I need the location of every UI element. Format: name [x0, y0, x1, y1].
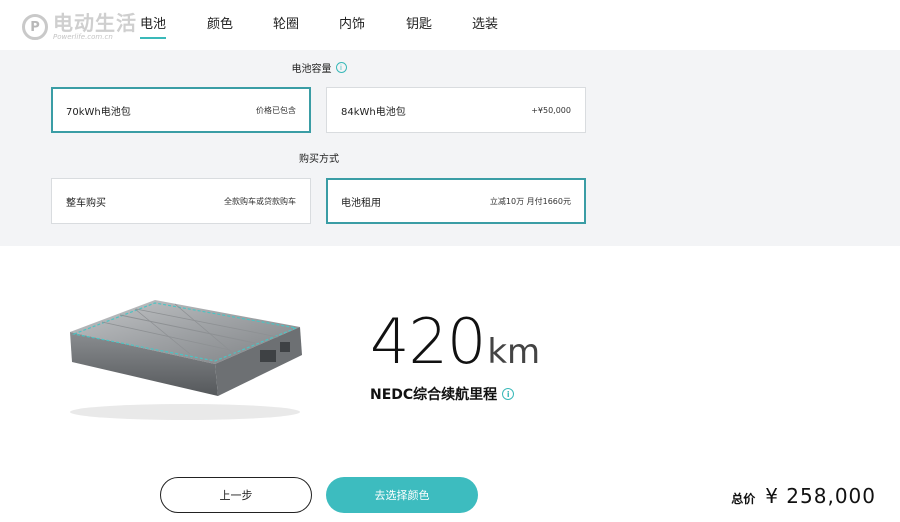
top-bar: P 电动生活 Powerlife.com.cn 电池 颜色 轮圈 内饰 钥匙 选… — [0, 0, 900, 50]
option-note: +¥50,000 — [531, 105, 571, 115]
logo-url: Powerlife.com.cn — [53, 33, 113, 41]
range-unit: km — [487, 332, 541, 372]
range-value: 420 — [370, 305, 486, 378]
total-value: ¥ 258,000 — [765, 484, 876, 508]
choose-color-button[interactable]: 去选择颜色 — [326, 477, 478, 513]
option-label: 70kWh电池包 — [66, 106, 131, 118]
info-icon[interactable]: i — [502, 388, 515, 400]
option-full-purchase[interactable]: 整车购买 全款购车或贷款购车 — [51, 178, 311, 224]
tab-battery[interactable]: 电池 — [140, 0, 207, 50]
range-caption: NEDC综合续航里程 i — [370, 384, 515, 404]
option-70kwh[interactable]: 70kWh电池包 价格已包含 — [51, 87, 311, 133]
total-label: 总价 — [731, 492, 756, 506]
tab-wheels[interactable]: 轮圈 — [273, 0, 339, 50]
range-label: NEDC综合续航里程 — [370, 387, 498, 403]
purchase-title: 购买方式 — [299, 154, 339, 165]
battery-pack-image — [70, 300, 302, 420]
config-tabs: 电池 颜色 轮圈 内饰 钥匙 选装 — [140, 0, 512, 50]
option-label: 84kWh电池包 — [341, 106, 406, 118]
option-battery-rental[interactable]: 电池租用 立减10万 月付1660元 — [326, 178, 586, 224]
option-label: 整车购买 — [66, 197, 106, 209]
option-note: 全款购车或贷款购车 — [224, 196, 296, 206]
tab-options[interactable]: 选装 — [472, 0, 512, 50]
capacity-section-title: 电池容量 i — [0, 60, 638, 75]
logo-name: 电动生活 — [53, 11, 137, 35]
range-display: 420km — [370, 305, 540, 378]
option-note: 价格已包含 — [256, 105, 296, 115]
tab-key[interactable]: 钥匙 — [406, 0, 472, 50]
total-price: 总价 ¥ 258,000 — [731, 484, 876, 508]
purchase-section-title: 购买方式 — [0, 150, 638, 165]
tab-color[interactable]: 颜色 — [207, 0, 273, 50]
options-panel: 电池容量 i 70kWh电池包 价格已包含 84kWh电池包 +¥50,000 … — [0, 50, 900, 246]
info-icon[interactable]: i — [335, 62, 347, 73]
capacity-title: 电池容量 — [291, 64, 332, 75]
tab-interior[interactable]: 内饰 — [339, 0, 406, 50]
site-logo: P 电动生活 Powerlife.com.cn — [22, 12, 137, 42]
option-84kwh[interactable]: 84kWh电池包 +¥50,000 — [326, 87, 586, 133]
option-label: 电池租用 — [341, 197, 381, 209]
option-note: 立减10万 月付1660元 — [489, 196, 571, 206]
previous-step-button[interactable]: 上一步 — [160, 477, 312, 513]
logo-icon: P — [22, 14, 48, 40]
